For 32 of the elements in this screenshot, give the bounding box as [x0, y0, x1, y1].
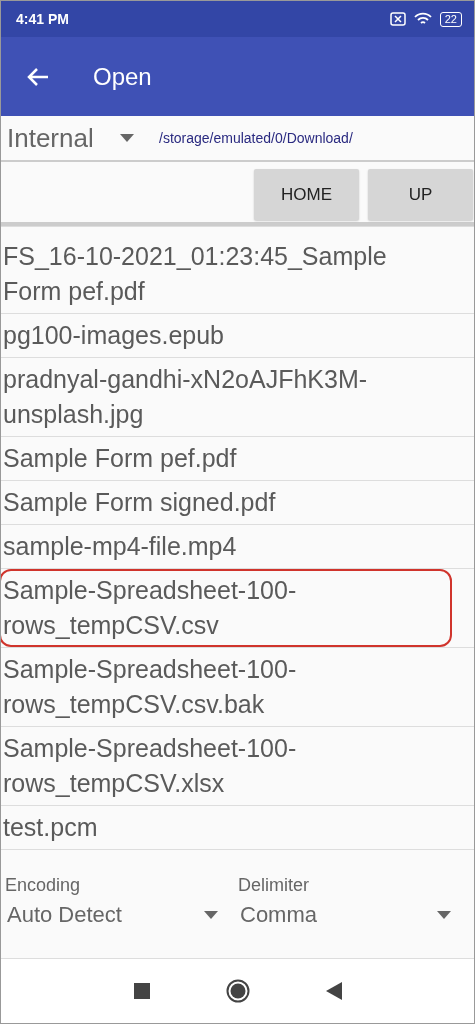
sim-icon — [389, 12, 406, 26]
storage-dropdown[interactable]: Internal — [7, 122, 159, 154]
dropdown-caret-icon — [204, 911, 218, 919]
dropdown-caret-icon — [437, 911, 451, 919]
wifi-icon — [413, 12, 432, 26]
file-item[interactable]: Sample-Spreadsheet-100-rows_tempCSV.xlsx — [3, 731, 448, 801]
file-item[interactable]: FS_16-10-2021_01:23:45_Sample Form pef.pdf — [3, 239, 448, 309]
file-item[interactable]: sample-mp4-file.mp4 — [3, 529, 237, 564]
nav-button[interactable]: HOME — [254, 169, 359, 220]
file-item[interactable]: pg100-images.epub — [3, 318, 224, 353]
option-value: Auto Detect — [7, 902, 122, 928]
nav-button[interactable]: UP — [368, 169, 473, 220]
back-triangle-icon[interactable] — [325, 982, 342, 1000]
battery-indicator: 22 — [439, 11, 462, 27]
option-dropdown[interactable]: Auto Detect — [5, 896, 238, 928]
home-circle-icon[interactable] — [225, 979, 250, 1003]
dropdown-caret-icon — [119, 134, 134, 142]
file-item[interactable]: test.pcm — [3, 810, 98, 845]
screen-title: Open — [93, 62, 152, 91]
option-value: Comma — [240, 902, 317, 928]
folder-path: /storage/emulated/0/Download/ — [159, 130, 353, 146]
storage-value: Internal — [7, 122, 94, 154]
status-time: 4:41 PM — [16, 11, 69, 27]
file-item[interactable]: Sample Form pef.pdf — [3, 441, 237, 476]
option-label: Delimiter — [238, 875, 310, 896]
file-item[interactable]: Sample-Spreadsheet-100-rows_tempCSV.csv.bak — [3, 652, 448, 722]
back-arrow-icon[interactable] — [27, 66, 49, 87]
option-label: Encoding — [5, 875, 82, 896]
file-item[interactable]: Sample Form signed.pdf — [3, 485, 276, 520]
file-item[interactable]: pradnyal-gandhi-xN2oAJFhK3M-unsplash.jpg — [3, 362, 448, 432]
option-dropdown[interactable]: Comma — [238, 896, 471, 928]
recents-square-icon[interactable] — [133, 983, 150, 999]
